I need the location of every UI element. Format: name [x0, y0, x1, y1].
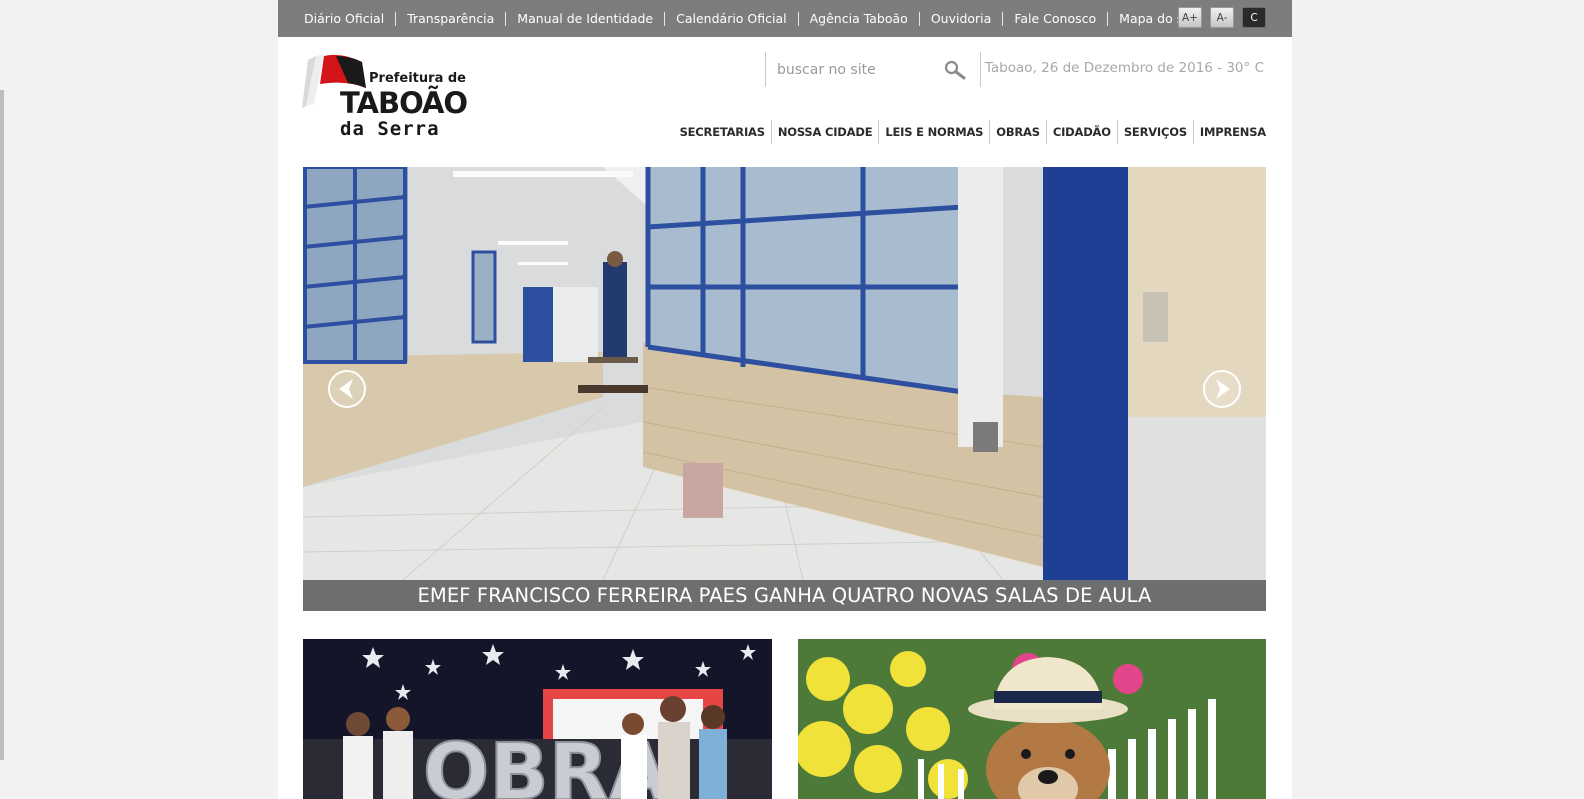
link-calendario-oficial[interactable]: Calendário Oficial	[664, 11, 798, 26]
news-thumb-obra[interactable]: OBRA	[303, 639, 772, 799]
font-increase-button[interactable]: A+	[1178, 7, 1202, 28]
link-manual-identidade[interactable]: Manual de Identidade	[505, 11, 664, 26]
main-nav: SECRETARIAS NOSSA CIDADE LEIS E NORMAS O…	[674, 120, 1266, 144]
page-container: Diário Oficial Transparência Manual de I…	[278, 0, 1292, 799]
news-thumb-dog[interactable]	[798, 639, 1266, 799]
nav-nossa-cidade[interactable]: NOSSA CIDADE	[770, 120, 879, 144]
search-input[interactable]	[766, 61, 936, 78]
news-image-dog	[798, 639, 1266, 799]
date-weather-text: Taboao, 26 de Dezembro de 2016 - 30° C	[984, 60, 1264, 76]
link-fale-conosco[interactable]: Fale Conosco	[1002, 11, 1107, 26]
link-ouvidoria[interactable]: Ouvidoria	[918, 11, 1003, 26]
font-decrease-button[interactable]: A-	[1210, 7, 1234, 28]
slider-prev-arrow-icon[interactable]	[327, 369, 367, 409]
slide-image[interactable]	[303, 167, 1266, 580]
logo-prefeitura-text: Prefeitura de	[369, 71, 466, 86]
search-box	[765, 52, 981, 87]
slide-caption[interactable]: EMEF FRANCISCO FERREIRA PAES GANHA QUATR…	[303, 580, 1266, 611]
logo-taboao-text: TABOÃO	[340, 86, 468, 120]
link-transparencia[interactable]: Transparência	[395, 11, 505, 26]
utility-bar: Diário Oficial Transparência Manual de I…	[278, 0, 1292, 37]
nav-servicos[interactable]: SERVIÇOS	[1116, 120, 1193, 144]
nav-imprensa[interactable]: IMPRENSA	[1192, 120, 1266, 144]
news-image-students: OBRA	[303, 639, 772, 799]
accessibility-buttons: A+ A- C	[1178, 7, 1266, 28]
nav-obras[interactable]: OBRAS	[989, 120, 1046, 144]
link-agencia-taboao[interactable]: Agência Taboão	[797, 11, 919, 26]
left-edge-rule	[0, 90, 4, 760]
contrast-button[interactable]: C	[1242, 7, 1266, 28]
link-diario-oficial[interactable]: Diário Oficial	[293, 11, 395, 26]
search-icon[interactable]	[944, 60, 966, 84]
site-logo[interactable]: Prefeitura de TABOÃO da Serra	[302, 54, 472, 142]
utility-links: Diário Oficial Transparência Manual de I…	[293, 11, 1210, 26]
nav-secretarias[interactable]: SECRETARIAS	[674, 120, 771, 144]
nav-leis-e-normas[interactable]: LEIS E NORMAS	[878, 120, 989, 144]
logo-da-serra-text: da Serra	[340, 118, 440, 140]
nav-cidadao[interactable]: CIDADÃO	[1045, 120, 1117, 144]
featured-slider: EMEF FRANCISCO FERREIRA PAES GANHA QUATR…	[303, 167, 1266, 611]
slider-next-arrow-icon[interactable]	[1202, 369, 1242, 409]
